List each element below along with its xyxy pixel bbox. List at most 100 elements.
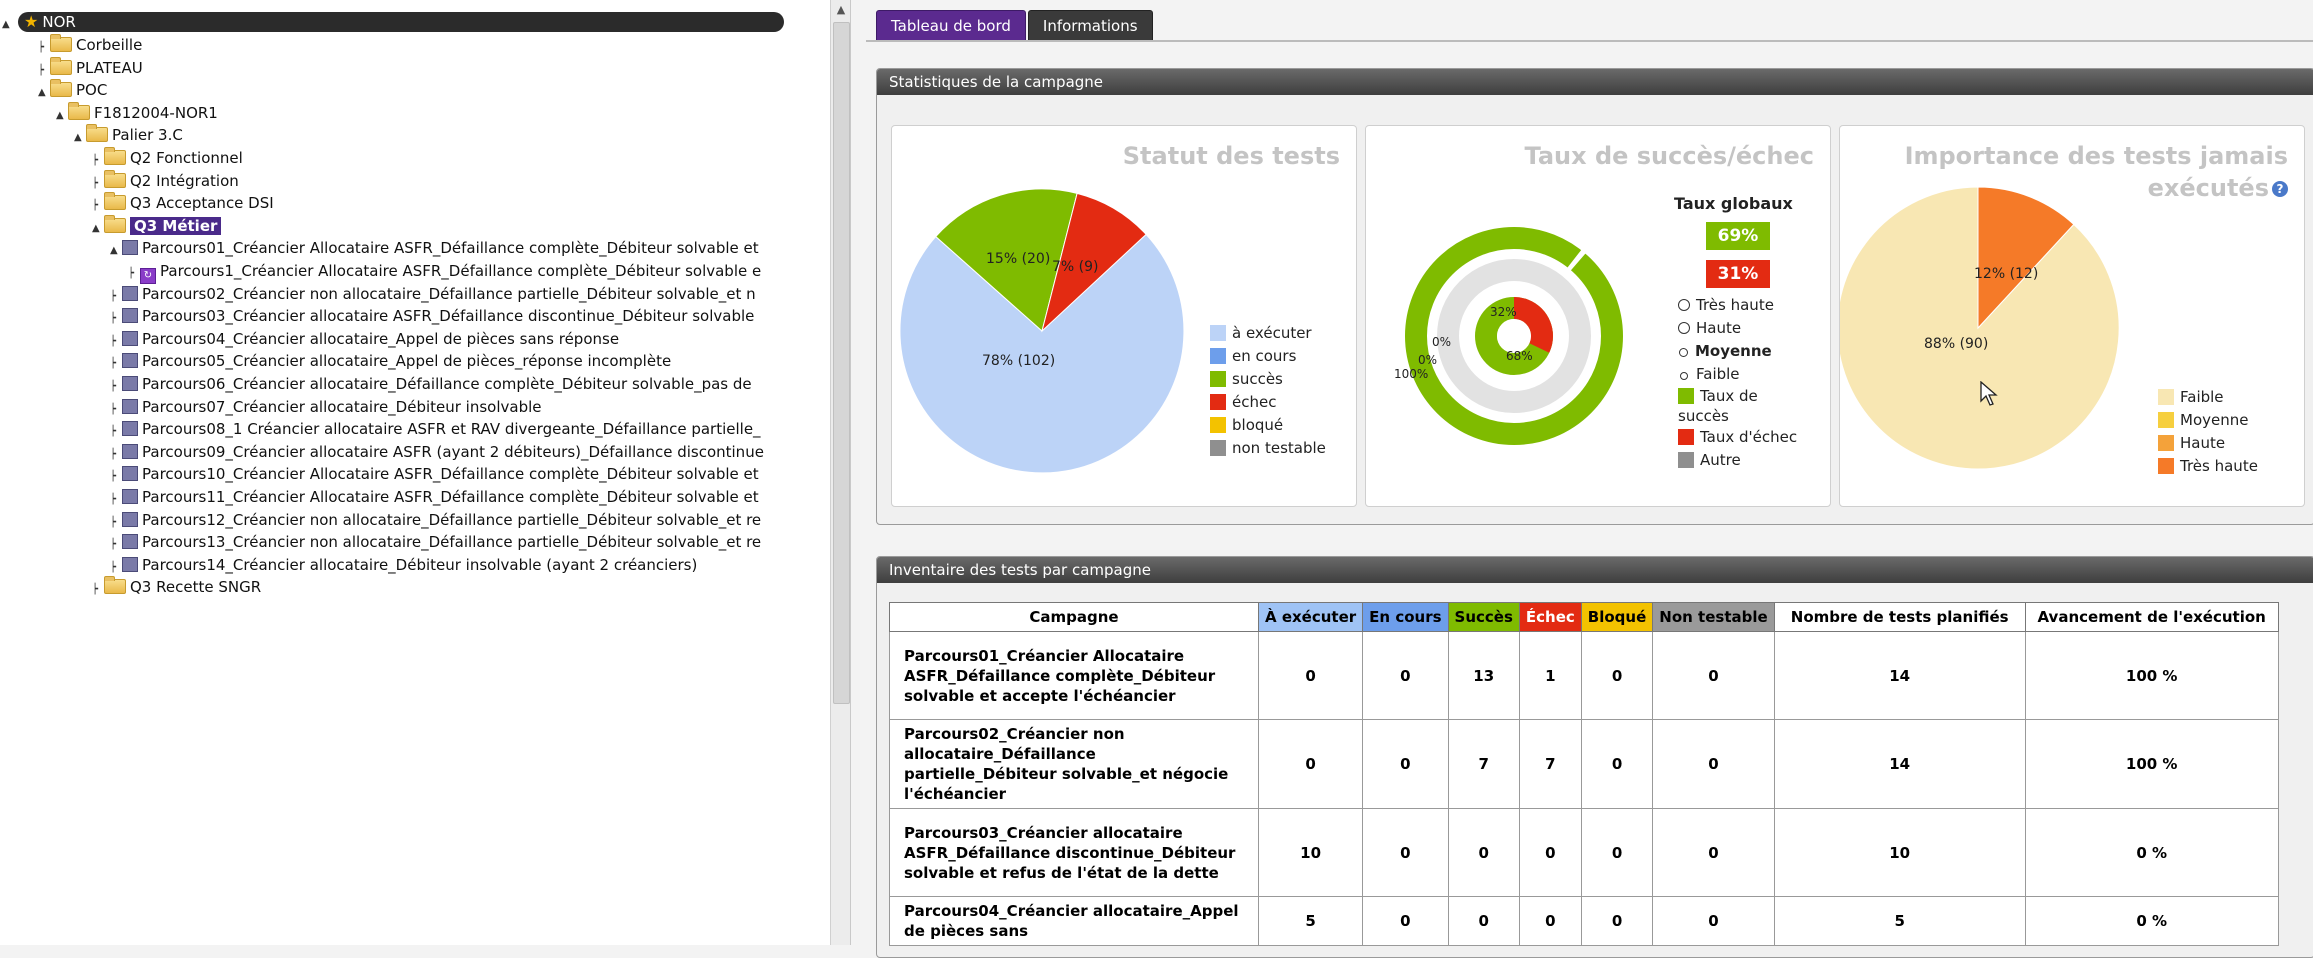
folder-icon	[104, 214, 126, 233]
planned-cell: 14	[1773, 631, 2026, 720]
tree-campaign-node[interactable]: ┝ Parcours07_Créancier allocataire_Débite…	[110, 396, 542, 418]
tree-campaign-node[interactable]: ┝ Parcours10_Créancier Allocataire ASFR_D…	[110, 463, 759, 485]
tree-node-label: POC	[76, 81, 108, 100]
importance-option-medium[interactable]: Moyenne	[1678, 340, 1798, 363]
never-run-importance-card: Importance des tests jamais exécutés? 12…	[1839, 125, 2305, 507]
campaign-tree-panel[interactable]: ★ NOR ▲ ┝ Corbeille ┝ PLATEAU ▲ POC ▲ F1812004-NOR…	[0, 0, 851, 945]
col-campaign[interactable]: Campagne	[889, 602, 1259, 632]
legend-label: succès	[1232, 370, 1283, 388]
col-todo[interactable]: À exécuter	[1257, 602, 1364, 632]
tree-scrollbar[interactable]: ▲	[830, 0, 850, 945]
radio-icon[interactable]	[1680, 372, 1688, 380]
tree-toggle-icon[interactable]: ▲	[92, 218, 104, 240]
importance-option-low[interactable]: Faible	[1678, 363, 1798, 386]
tree-campaign-node[interactable]: ┝ Parcours02_Créancier non allocataire_Dé…	[110, 283, 756, 305]
table-row[interactable]: Parcours02_Créancier non allocataire_Déf…	[889, 719, 2279, 809]
tab-dashboard[interactable]: Tableau de bord	[876, 10, 1026, 42]
col-untestable[interactable]: Non testable	[1652, 602, 1775, 632]
tree-folder-node[interactable]: ▲ Palier 3.C	[74, 124, 183, 146]
tree-campaign-node[interactable]: ┝ Parcours11_Créancier Allocataire ASFR_D…	[110, 486, 759, 508]
table-row[interactable]: Parcours03_Créancier allocataire ASFR_Dé…	[889, 808, 2279, 897]
fail-cell: 0	[1518, 808, 1582, 897]
col-blocked[interactable]: Bloqué	[1580, 602, 1654, 632]
radio-icon[interactable]	[1678, 299, 1690, 311]
table-row[interactable]: Parcours04_Créancier allocataire_Appel d…	[889, 896, 2279, 946]
tree-node-label: Q3 Métier	[130, 216, 222, 235]
inner-ring-hole	[1497, 319, 1531, 353]
tree-campaign-node[interactable]: ┝ Parcours03_Créancier allocataire ASFR_D…	[110, 305, 754, 327]
tree-node-label: Parcours04_Créancier allocataire_Appel d…	[142, 329, 620, 348]
ring-label-zero-b: 0%	[1418, 353, 1437, 367]
tree-node-label: Parcours14_Créancier allocataire_Débiteu…	[142, 555, 698, 574]
tree-campaign-node[interactable]: ┝ Parcours05_Créancier allocataire_Appel …	[110, 350, 671, 372]
table-row[interactable]: Parcours01_Créancier Allocataire ASFR_Dé…	[889, 631, 2279, 720]
legend-item: Faible	[2158, 386, 2258, 409]
tree-node-label: Parcours10_Créancier Allocataire ASFR_Dé…	[142, 465, 759, 484]
tree-toggle-icon[interactable]: ▲	[74, 127, 86, 149]
running-cell: 0	[1362, 719, 1449, 809]
col-progress[interactable]: Avancement de l'exécution	[2024, 602, 2279, 632]
progress-cell: 100 %	[2024, 719, 2279, 809]
legend-label: Moyenne	[2180, 411, 2249, 429]
tab-divider	[866, 40, 2313, 42]
tree-node-label: Parcours11_Créancier Allocataire ASFR_Dé…	[142, 488, 759, 506]
importance-option-very-high[interactable]: Très haute	[1678, 294, 1798, 317]
col-running[interactable]: En cours	[1362, 602, 1449, 632]
tree-folder-node[interactable]: ┝ Q3 Acceptance DSI	[92, 192, 274, 214]
legend-item: en cours	[1210, 345, 1326, 368]
folder-icon	[104, 169, 126, 188]
campaign-icon	[122, 285, 138, 301]
tree-campaign-node[interactable]: ┝ Parcours14_Créancier allocataire_Débite…	[110, 554, 697, 576]
legend-swatch	[2158, 412, 2174, 428]
tree-folder-node[interactable]: ┝ PLATEAU	[38, 56, 143, 79]
importance-option-high[interactable]: Haute	[1678, 317, 1798, 340]
tree-node-label: Corbeille	[76, 36, 143, 54]
legend-swatch	[1210, 325, 1226, 341]
tree-folder-node[interactable]: ┝ Q2 Intégration	[92, 169, 239, 192]
campaign-name-cell[interactable]: Parcours03_Créancier allocataire ASFR_Dé…	[889, 808, 1259, 897]
slice-label-todo: 78% (102)	[982, 353, 1055, 369]
tree-node-label: Parcours09_Créancier allocataire ASFR (a…	[142, 442, 764, 461]
tree-folder-node[interactable]: ┝ Corbeille	[38, 34, 142, 56]
scrollbar-thumb[interactable]	[833, 22, 850, 704]
tree-campaign-node[interactable]: ┝ Parcours08_1 Créancier allocataire ASFR…	[110, 418, 761, 440]
tree-toggle-icon[interactable]: ▲	[56, 105, 68, 127]
legend-label: bloqué	[1232, 416, 1284, 434]
tree-campaign-node[interactable]: ┝ Parcours12_Créancier non allocataire_Dé…	[110, 509, 761, 531]
legend-swatch	[1210, 394, 1226, 410]
col-success[interactable]: Succès	[1447, 602, 1520, 632]
tree-campaign-node[interactable]: ┝ Parcours13_Créancier non allocataire_Dé…	[110, 531, 761, 553]
legend-swatch	[1678, 388, 1694, 404]
tree-folder-node[interactable]: ▲ F1812004-NOR1	[56, 101, 218, 127]
col-planned[interactable]: Nombre de tests planifiés	[1773, 602, 2026, 632]
tree-toggle-icon[interactable]: ▲	[38, 82, 50, 104]
progress-cell: 0 %	[2024, 808, 2279, 897]
tree-toggle-icon[interactable]: ▲	[110, 240, 122, 262]
scroll-up-arrow-icon[interactable]: ▲	[835, 4, 847, 16]
tab-informations[interactable]: Informations	[1027, 10, 1153, 42]
campaign-name-cell[interactable]: Parcours02_Créancier non allocataire_Déf…	[889, 719, 1259, 809]
tree-root-node[interactable]: ★ NOR	[18, 12, 784, 32]
radio-icon[interactable]	[1678, 322, 1690, 334]
tree-folder-node[interactable]: ┝ Q3 Recette SNGR	[92, 576, 261, 598]
col-fail[interactable]: Échec	[1518, 602, 1582, 632]
campaign-icon	[122, 443, 138, 459]
tree-folder-node[interactable]: ▲ Q3 Métier	[92, 214, 222, 240]
legend-swatch	[1210, 417, 1226, 433]
tree-iteration-node[interactable]: ┝ ↻ Parcours1_Créancier Allocataire ASFR_D…	[128, 260, 761, 284]
tree-campaign-node[interactable]: ┝ Parcours06_Créancier allocataire_Défail…	[110, 373, 752, 395]
tree-connector: ┝	[92, 584, 99, 596]
tree-campaign-node[interactable]: ▲ Parcours01_Créancier Allocataire ASFR_D…	[110, 237, 759, 259]
ring-label-inner-fail: 32%	[1490, 305, 1517, 319]
tree-folder-node[interactable]: ┝ Q2 Fonctionnel	[92, 147, 243, 169]
tab-bar: Tableau de bord Informations	[876, 10, 1155, 42]
tree-campaign-node[interactable]: ┝ Parcours04_Créancier allocataire_Appel …	[110, 328, 619, 350]
campaign-name-cell[interactable]: Parcours01_Créancier Allocataire ASFR_Dé…	[889, 631, 1259, 720]
tree-campaign-node[interactable]: ┝ Parcours09_Créancier allocataire ASFR (…	[110, 441, 764, 463]
inventory-table: Campagne À exécuter En cours Succès Éche…	[889, 602, 2279, 946]
tree-folder-node[interactable]: ▲ POC	[38, 79, 107, 101]
tree-toggle-icon[interactable]: ▲	[2, 11, 14, 33]
radio-icon[interactable]	[1679, 348, 1688, 357]
campaign-name-cell[interactable]: Parcours04_Créancier allocataire_Appel d…	[889, 896, 1259, 946]
slice-label-low: 88% (90)	[1924, 336, 1988, 352]
